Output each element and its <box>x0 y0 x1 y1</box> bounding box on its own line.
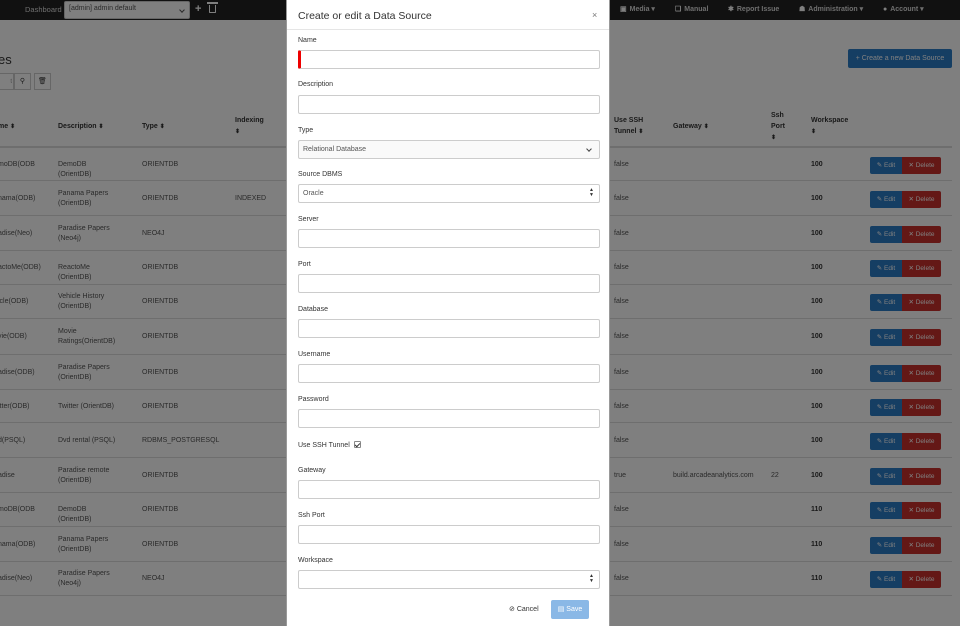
source-dbms-value: Oracle <box>303 190 324 197</box>
ban-icon: ⊘ <box>509 606 515 613</box>
name-field[interactable] <box>298 50 600 69</box>
ssh-port-label: Ssh Port <box>298 512 325 519</box>
password-label: Password <box>298 396 329 403</box>
database-label: Database <box>298 306 328 313</box>
type-select[interactable]: Relational Database <box>298 140 600 159</box>
type-select-value: Relational Database <box>303 146 367 153</box>
workspace-select[interactable]: ▲ ▼ <box>298 570 600 589</box>
source-dbms-select[interactable]: Oracle ▲ ▼ <box>298 184 600 203</box>
save-button[interactable]: ▤ Save <box>551 600 589 619</box>
use-ssh-tunnel-row: Use SSH Tunnel <box>298 441 361 449</box>
updown-arrows-icon: ▲ ▼ <box>589 187 594 198</box>
password-field[interactable] <box>298 409 600 428</box>
port-label: Port <box>298 261 311 268</box>
data-source-modal: Create or edit a Data Source × Name Desc… <box>286 0 610 626</box>
source-dbms-label: Source DBMS <box>298 171 343 178</box>
close-icon[interactable]: × <box>592 10 597 20</box>
description-label: Description <box>298 81 334 88</box>
floppy-icon: ▤ <box>557 606 565 613</box>
modal-divider <box>287 29 609 30</box>
server-field[interactable] <box>298 229 600 248</box>
gateway-label: Gateway <box>298 467 326 474</box>
description-field[interactable] <box>298 95 600 114</box>
modal-title: Create or edit a Data Source <box>298 10 432 22</box>
gateway-field[interactable] <box>298 480 600 499</box>
cancel-button[interactable]: ⊘ Cancel <box>509 605 539 613</box>
type-label: Type <box>298 127 314 134</box>
workspace-label: Workspace <box>298 557 333 564</box>
use-ssh-tunnel-checkbox[interactable] <box>353 441 361 448</box>
username-field[interactable] <box>298 364 600 383</box>
ssh-port-field[interactable] <box>298 525 600 544</box>
updown-arrows-icon: ▲ ▼ <box>589 573 594 584</box>
use-ssh-tunnel-label: Use SSH Tunnel <box>298 442 350 449</box>
database-field[interactable] <box>298 319 600 338</box>
server-label: Server <box>298 216 319 223</box>
port-field[interactable] <box>298 274 600 293</box>
username-label: Username <box>298 351 331 358</box>
chevron-down-icon <box>586 146 592 152</box>
name-label: Name <box>298 37 317 44</box>
